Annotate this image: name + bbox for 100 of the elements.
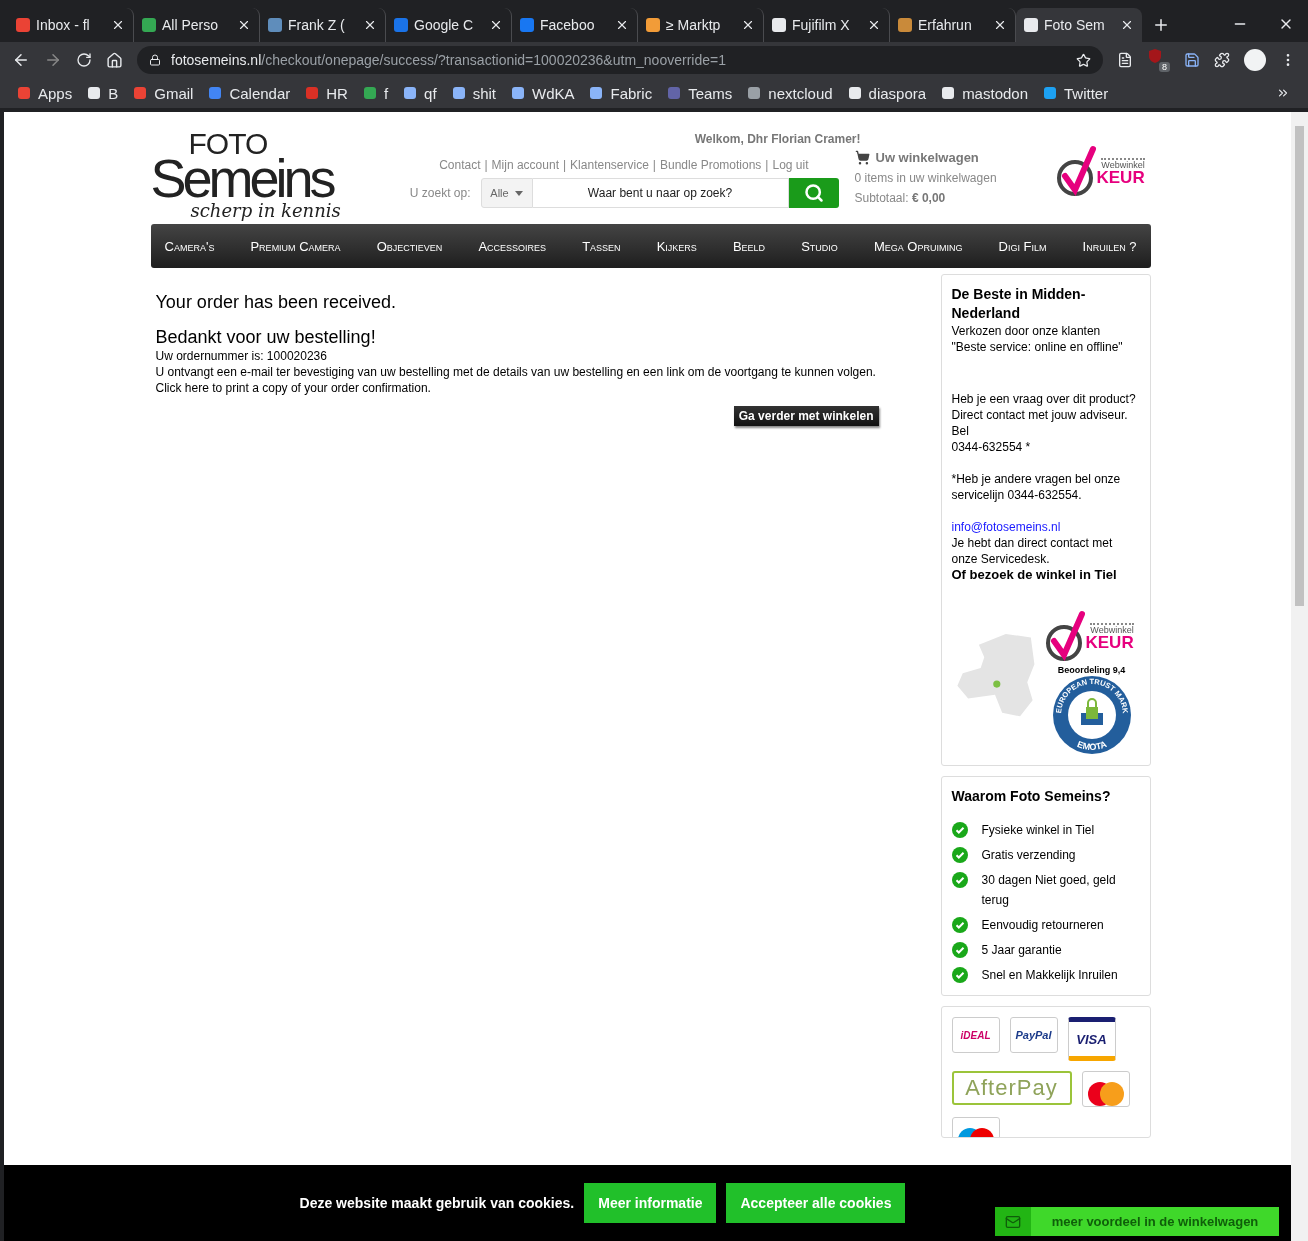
bookmark-link[interactable]: Calendar — [209, 84, 291, 102]
bookmark-link[interactable]: Gmail — [134, 84, 194, 102]
cart-icon — [854, 150, 870, 165]
paypal-logo: PayPal — [1009, 1017, 1058, 1053]
reload-button[interactable] — [76, 52, 92, 68]
print-link[interactable]: Click here to print a copy of your order confirmation. — [155, 380, 882, 396]
check-icon — [951, 967, 968, 983]
nav-link[interactable]: Objectieven — [376, 238, 443, 254]
bookmark-link[interactable]: Twitter — [1044, 84, 1109, 102]
nav-link[interactable]: Inruilen ? — [1082, 238, 1137, 254]
home-button[interactable] — [106, 51, 123, 69]
search-button[interactable] — [788, 178, 839, 208]
check-icon — [951, 872, 968, 888]
header-link[interactable]: Bundle Promotions — [659, 158, 762, 172]
close-icon[interactable] — [111, 18, 125, 32]
contact-text: Je hebt dan direct contact met onze Servicedesk. — [951, 535, 1114, 567]
close-icon[interactable] — [237, 18, 251, 32]
contact-text: "Beste service: online en offline" — [951, 339, 1124, 355]
bookmark-link[interactable]: f — [363, 84, 389, 102]
nav-link[interactable]: Beeld — [732, 238, 766, 254]
bookmark-link[interactable]: shit — [452, 84, 496, 102]
visa-logo: VISA — [1067, 1017, 1116, 1061]
header-link[interactable]: Klantenservice — [570, 158, 649, 172]
rating-text: Beoordeling 9,4 — [1057, 665, 1126, 675]
bookmark-link[interactable]: nextcloud — [748, 84, 833, 102]
nav-link[interactable]: Digi Film — [998, 238, 1047, 254]
order-title: Your order has been received. — [155, 292, 397, 313]
webwinkelkeur-badge: Webwinkel KEUR — [1054, 132, 1151, 200]
close-icon[interactable] — [741, 18, 755, 32]
email-link[interactable]: info@fotosemeins.nl — [951, 519, 1140, 535]
bookmark-link[interactable]: mastodon — [942, 84, 1028, 102]
card-title: De Beste in Midden-Nederland — [951, 285, 1087, 323]
header-link[interactable]: Log uit — [772, 158, 809, 172]
contact-text: *Heb je andere vragen bel onze servicelijn 0344-632554. — [951, 471, 1122, 503]
browser-tab[interactable]: Foto Sem — [1016, 8, 1142, 42]
cart-promo-button[interactable]: meer voordeel in de winkelwagen — [995, 1207, 1279, 1236]
benefit-text: Fysieke winkel in Tiel — [981, 822, 1095, 839]
check-icon — [951, 847, 968, 863]
nav-link[interactable]: Tassen — [582, 238, 621, 254]
contact-text: 0344-632554 * — [951, 439, 1032, 455]
bookmark-link[interactable]: qf — [404, 84, 437, 102]
search-icon — [803, 183, 824, 203]
contact-text: Direct contact met jouw adviseur. — [951, 407, 1129, 423]
bookmark-link[interactable]: Apps — [18, 84, 73, 102]
check-icon — [951, 942, 968, 958]
benefit-text: Snel en Makkelijk Inruilen — [981, 967, 1118, 984]
back-button[interactable] — [12, 51, 30, 69]
mail-icon — [1005, 1213, 1021, 1230]
bookmark-link[interactable]: Fabric — [590, 84, 653, 102]
card-title: Waarom Foto Semeins? — [951, 787, 1112, 806]
nav-link[interactable]: Accessoires — [478, 238, 547, 254]
close-icon[interactable] — [993, 18, 1007, 32]
afterpay-logo: AfterPay — [951, 1071, 1072, 1105]
forward-button[interactable] — [44, 51, 62, 69]
nav-link[interactable]: Kijkers — [656, 238, 697, 254]
bookmark-link[interactable]: diaspora — [848, 84, 927, 102]
cart-subtotal-label: Subtotaal: € 0,00 — [854, 191, 947, 205]
profile-avatar[interactable] — [1244, 49, 1266, 71]
extensions-button[interactable] — [1214, 52, 1230, 68]
continue-shopping-button[interactable]: Ga verder met winkelen — [733, 406, 879, 426]
link-separator: | — [563, 158, 567, 172]
save-button[interactable] — [1184, 52, 1200, 68]
header-link[interactable]: Contact — [439, 158, 481, 172]
lock-icon — [149, 54, 161, 66]
more-bookmarks-icon[interactable] — [1276, 86, 1290, 100]
contact-text: Verkozen door onze klanten — [951, 323, 1102, 339]
mastercard-logo — [1081, 1071, 1130, 1107]
close-icon[interactable] — [363, 18, 377, 32]
extension-button[interactable]: 8 — [1147, 48, 1170, 72]
close-icon[interactable] — [867, 18, 881, 32]
bookmark-link[interactable]: HR — [306, 84, 348, 102]
bookmark-star-icon[interactable] — [1076, 52, 1091, 68]
nav-link[interactable]: Premium Camera — [250, 238, 341, 254]
webwinkelkeur-badge: Webwinkel KEUR — [1043, 597, 1140, 665]
nav-link[interactable]: Camera's — [164, 238, 215, 254]
benefit-text: Eenvoudig retourneren — [981, 917, 1104, 934]
nav-link[interactable]: Mega Opruiming — [873, 238, 963, 254]
bookmark-link[interactable]: Teams — [668, 84, 733, 102]
benefit-text: Gratis verzending — [981, 847, 1076, 864]
bookmark-link[interactable]: B — [88, 84, 119, 102]
close-icon[interactable] — [615, 18, 629, 32]
check-icon — [951, 917, 968, 933]
cart-link[interactable]: Uw winkelwagen — [854, 150, 1055, 165]
bookmark-link[interactable]: WdKA — [511, 84, 575, 102]
check-icon — [951, 822, 968, 838]
benefit-text: 5 Jaar garantie — [981, 942, 1062, 959]
order-number: Uw ordernummer is: 100020236 — [155, 348, 328, 364]
header-link[interactable]: Mijn account — [491, 158, 559, 172]
new-tab-icon[interactable] — [1152, 16, 1170, 34]
link-separator: | — [652, 158, 656, 172]
nav-link[interactable]: Studio — [801, 238, 838, 254]
address-bar[interactable]: fotosemeins.nl/checkout/onepage/success/?transactionid=100020236&utm_nooverride=1 — [137, 46, 1103, 74]
close-icon[interactable] — [1120, 18, 1134, 32]
close-icon[interactable] — [489, 18, 503, 32]
category-dropdown[interactable]: Alle — [480, 178, 533, 208]
extension-button[interactable] — [1117, 52, 1133, 68]
site-logo[interactable]: FOTO Semeins scherp in kennis — [150, 132, 351, 222]
thanks-heading: Bedankt voor uw bestelling! — [155, 327, 377, 348]
scrollbar[interactable] — [1291, 112, 1308, 1241]
search-field[interactable]: Waar bent u naar op zoek? — [532, 178, 789, 208]
